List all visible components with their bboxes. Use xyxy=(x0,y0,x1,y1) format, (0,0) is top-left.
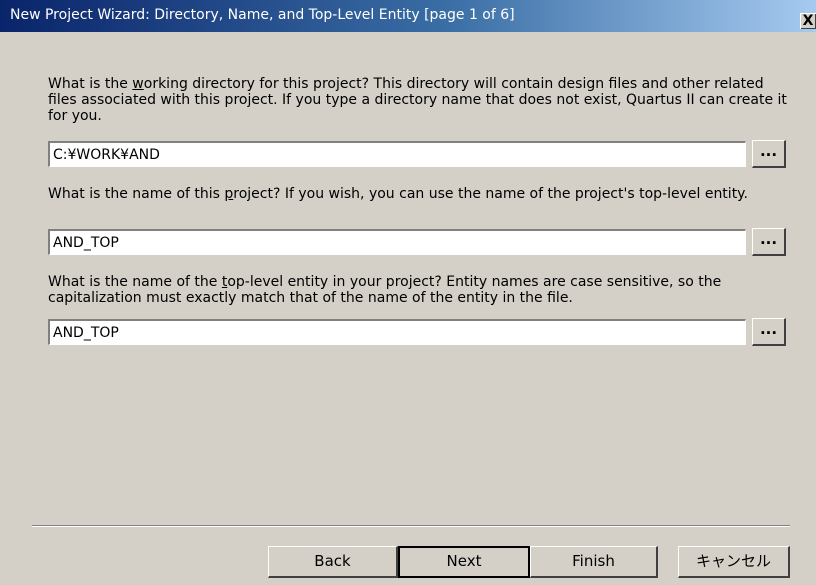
project-name-input[interactable] xyxy=(48,229,746,255)
directory-browse-button[interactable]: ... xyxy=(752,140,786,168)
project-name-browse-button[interactable]: ... xyxy=(752,228,786,256)
project-name-question: What is the name of this project? If you… xyxy=(48,186,748,202)
top-entity-browse-button[interactable]: ... xyxy=(752,318,786,346)
top-entity-question: What is the name of the top-level entity… xyxy=(48,274,722,306)
directory-question: What is the working directory for this p… xyxy=(48,76,787,124)
close-button[interactable]: X xyxy=(800,13,816,29)
cancel-button[interactable]: キャンセル xyxy=(678,546,790,578)
directory-input[interactable] xyxy=(48,141,746,167)
title-bar: New Project Wizard: Directory, Name, and… xyxy=(0,0,816,32)
next-button[interactable]: Next xyxy=(398,546,530,578)
close-icon: X xyxy=(802,13,814,29)
divider xyxy=(32,525,790,527)
finish-button[interactable]: Finish xyxy=(530,546,658,578)
top-entity-input[interactable] xyxy=(48,319,746,345)
back-button[interactable]: Back xyxy=(268,546,398,578)
window-title: New Project Wizard: Directory, Name, and… xyxy=(10,7,515,23)
